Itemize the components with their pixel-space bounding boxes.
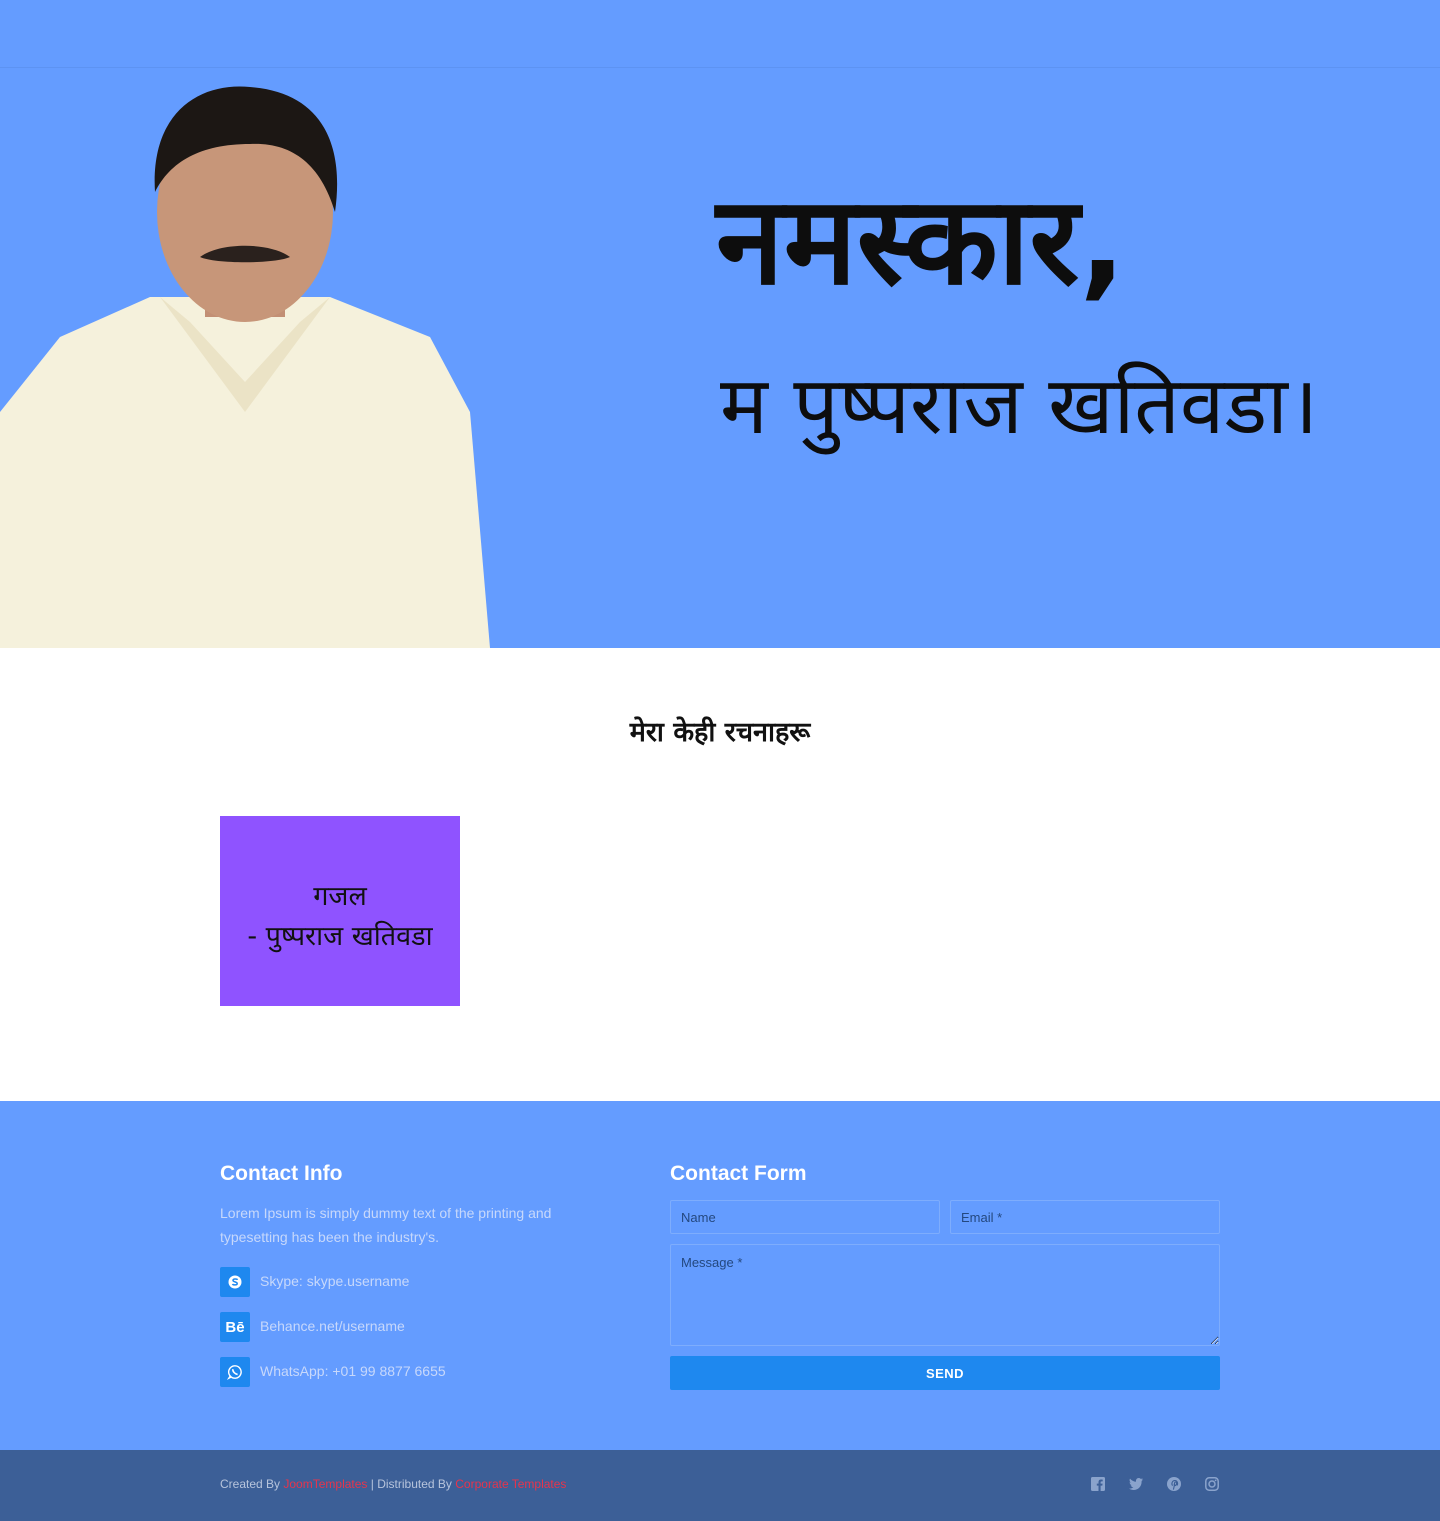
footer: Created By JoomTemplates | Distributed B… [0,1450,1440,1521]
contact-info-title: Contact Info [220,1162,343,1185]
contact-item-label: Skype: skype.username [260,1273,410,1289]
name-input[interactable] [670,1200,940,1234]
message-textarea[interactable] [670,1244,1220,1346]
creator-link[interactable]: JoomTemplates [283,1477,367,1491]
hero-banner: नमस्कार, म पुष्पराज खतिवडा। [0,68,1440,648]
skype-icon[interactable] [220,1267,250,1297]
facebook-icon[interactable] [1090,1476,1106,1492]
contact-item-whatsapp: WhatsApp: +01 99 8877 6655 [220,1357,640,1387]
instagram-icon[interactable] [1204,1476,1220,1492]
post-card-author: - पुष्पराज खतिवडा [247,921,433,952]
email-input[interactable] [950,1200,1220,1234]
section-title: मेरा केही रचनाहरू [629,717,811,748]
whatsapp-icon[interactable] [220,1357,250,1387]
hero-name: म पुष्पराज खतिवडा। [720,359,1319,452]
behance-icon[interactable]: Bē [220,1312,250,1342]
contact-form-title: Contact Form [670,1162,807,1185]
twitter-icon[interactable] [1128,1476,1144,1492]
contact-info-text: Lorem Ipsum is simply dummy text of the … [220,1205,552,1245]
contact-item-skype: Skype: skype.username [220,1267,640,1297]
contact-item-label: WhatsApp: +01 99 8877 6655 [260,1363,446,1379]
contact-section: Contact Info Lorem Ipsum is simply dummy… [0,1101,1440,1450]
pinterest-icon[interactable] [1166,1476,1182,1492]
distributor-link[interactable]: Corporate Templates [455,1477,566,1491]
hero-greeting: नमस्कार, [716,170,1126,312]
portrait-image [0,86,490,648]
top-navbar [0,0,1440,68]
send-button[interactable]: Send [670,1356,1220,1390]
distributed-by-text: | Distributed By [370,1477,452,1491]
footer-credits: Created By JoomTemplates | Distributed B… [220,1477,566,1491]
contact-item-behance: Bē Behance.net/username [220,1312,640,1342]
social-links [1090,1476,1220,1492]
post-card[interactable]: गजल - पुष्पराज खतिवडा [220,816,460,1006]
post-card-title: गजल [313,881,367,912]
created-by-text: Created By [220,1477,281,1491]
contact-item-label: Behance.net/username [260,1318,405,1334]
